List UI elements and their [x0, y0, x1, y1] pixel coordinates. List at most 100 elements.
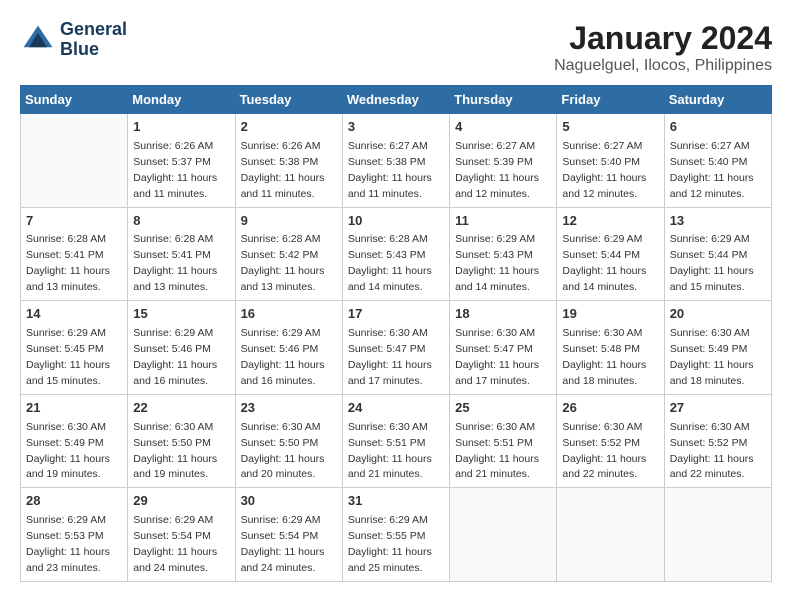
title-block: January 2024 Naguelguel, Ilocos, Philipp… [554, 20, 772, 75]
day-number: 19 [562, 305, 658, 324]
sunset-info: Sunset: 5:47 PM [348, 343, 426, 355]
daylight-info: Daylight: 11 hours and 20 minutes. [241, 453, 325, 481]
day-number: 2 [241, 118, 337, 137]
sunrise-info: Sunrise: 6:29 AM [455, 233, 535, 245]
day-number: 10 [348, 212, 444, 231]
sunrise-info: Sunrise: 6:30 AM [562, 421, 642, 433]
sunset-info: Sunset: 5:49 PM [26, 437, 104, 449]
calendar-cell: 25 Sunrise: 6:30 AM Sunset: 5:51 PM Dayligh… [450, 394, 557, 488]
daylight-info: Daylight: 11 hours and 14 minutes. [348, 265, 432, 293]
page-title: January 2024 [554, 20, 772, 57]
sunset-info: Sunset: 5:39 PM [455, 156, 533, 168]
daylight-info: Daylight: 11 hours and 24 minutes. [133, 546, 217, 574]
sunset-info: Sunset: 5:43 PM [455, 249, 533, 261]
sunrise-info: Sunrise: 6:29 AM [133, 327, 213, 339]
sunset-info: Sunset: 5:49 PM [670, 343, 748, 355]
day-number: 11 [455, 212, 551, 231]
calendar-cell [664, 488, 771, 582]
sunset-info: Sunset: 5:46 PM [133, 343, 211, 355]
sunset-info: Sunset: 5:50 PM [133, 437, 211, 449]
sunset-info: Sunset: 5:47 PM [455, 343, 533, 355]
daylight-info: Daylight: 11 hours and 11 minutes. [348, 172, 432, 200]
header-cell-friday: Friday [557, 86, 664, 114]
sunrise-info: Sunrise: 6:28 AM [26, 233, 106, 245]
daylight-info: Daylight: 11 hours and 12 minutes. [562, 172, 646, 200]
calendar-week-3: 14Sunrise: 6:29 AMSunset: 5:45 PMDayligh… [21, 301, 772, 395]
calendar-cell: 30Sunrise: 6:29 AMSunset: 5:54 PMDayligh… [235, 488, 342, 582]
calendar-cell: 7Sunrise: 6:28 AMSunset: 5:41 PMDaylight… [21, 207, 128, 301]
logo-icon [20, 22, 56, 58]
calendar-cell: 6Sunrise: 6:27 AMSunset: 5:40 PMDaylight… [664, 114, 771, 208]
daylight-info: Daylight: 11 hours and 23 minutes. [26, 546, 110, 574]
day-number: 28 [26, 492, 122, 511]
sunset-info: Sunset: 5:40 PM [670, 156, 748, 168]
sunset-info: Sunset: 5:38 PM [348, 156, 426, 168]
sunrise-info: Sunrise: 6:30 AM [455, 421, 535, 433]
day-number: 8 [133, 212, 229, 231]
calendar-cell: 3Sunrise: 6:27 AMSunset: 5:38 PMDaylight… [342, 114, 449, 208]
sunrise-info: Sunrise: 6:30 AM [133, 421, 213, 433]
daylight-info: Daylight: 11 hours and 19 minutes. [133, 453, 217, 481]
calendar-cell: 17Sunrise: 6:30 AMSunset: 5:47 PMDayligh… [342, 301, 449, 395]
daylight-info: Daylight: 11 hours and 13 minutes. [241, 265, 325, 293]
sunset-info: Sunset: 5:44 PM [562, 249, 640, 261]
daylight-info: Daylight: 11 hours and 21 minutes. [455, 453, 539, 481]
sunrise-info: Sunrise: 6:29 AM [133, 514, 213, 526]
sunset-info: Sunset: 5:51 PM [455, 437, 533, 449]
sunrise-info: Sunrise: 6:30 AM [670, 421, 750, 433]
sunrise-info: Sunrise: 6:29 AM [241, 514, 321, 526]
calendar-cell: 29Sunrise: 6:29 AMSunset: 5:54 PMDayligh… [128, 488, 235, 582]
calendar-cell: 11Sunrise: 6:29 AMSunset: 5:43 PMDayligh… [450, 207, 557, 301]
header-cell-wednesday: Wednesday [342, 86, 449, 114]
day-number: 29 [133, 492, 229, 511]
sunrise-info: Sunrise: 6:30 AM [241, 421, 321, 433]
day-number: 25 [455, 399, 551, 418]
calendar-week-5: 28 Sunrise: 6:29 AM Sunset: 5:53 PM Dayligh… [21, 488, 772, 582]
sunrise-info: Sunrise: 6:30 AM [562, 327, 642, 339]
sunset-info: Sunset: 5:41 PM [133, 249, 211, 261]
sunset-info: Sunset: 5:53 PM [26, 530, 104, 542]
calendar-table: SundayMondayTuesdayWednesdayThursdayFrid… [20, 85, 772, 582]
daylight-info: Daylight: 11 hours and 16 minutes. [133, 359, 217, 387]
day-number: 3 [348, 118, 444, 137]
day-number: 23 [241, 399, 337, 418]
sunrise-info: Sunrise: 6:29 AM [348, 514, 428, 526]
daylight-info: Daylight: 11 hours and 19 minutes. [26, 453, 110, 481]
daylight-info: Daylight: 11 hours and 14 minutes. [562, 265, 646, 293]
daylight-info: Daylight: 11 hours and 11 minutes. [241, 172, 325, 200]
sunset-info: Sunset: 5:40 PM [562, 156, 640, 168]
day-number: 17 [348, 305, 444, 324]
calendar-cell: 31Sunrise: 6:29 AMSunset: 5:55 PMDayligh… [342, 488, 449, 582]
header-cell-tuesday: Tuesday [235, 86, 342, 114]
sunrise-info: Sunrise: 6:30 AM [455, 327, 535, 339]
logo-text: General Blue [60, 20, 127, 60]
day-number: 20 [670, 305, 766, 324]
day-number: 30 [241, 492, 337, 511]
sunrise-info: Sunrise: 6:29 AM [26, 327, 106, 339]
calendar-cell: 23Sunrise: 6:30 AMSunset: 5:50 PMDayligh… [235, 394, 342, 488]
day-number: 27 [670, 399, 766, 418]
sunrise-info: Sunrise: 6:26 AM [133, 140, 213, 152]
calendar-cell: 21Sunrise: 6:30 AMSunset: 5:49 PMDayligh… [21, 394, 128, 488]
page-header: General Blue January 2024 Naguelguel, Il… [20, 20, 772, 75]
sunrise-info: Sunrise: 6:29 AM [26, 514, 106, 526]
daylight-info: Daylight: 11 hours and 13 minutes. [133, 265, 217, 293]
header-cell-monday: Monday [128, 86, 235, 114]
daylight-info: Daylight: 11 hours and 16 minutes. [241, 359, 325, 387]
day-number: 26 [562, 399, 658, 418]
sunrise-info: Sunrise: 6:28 AM [348, 233, 428, 245]
daylight-info: Daylight: 11 hours and 18 minutes. [670, 359, 754, 387]
sunset-info: Sunset: 5:43 PM [348, 249, 426, 261]
calendar-cell: 8 Sunrise: 6:28 AM Sunset: 5:41 PM Daylight… [128, 207, 235, 301]
calendar-cell: 1Sunrise: 6:26 AMSunset: 5:37 PMDaylight… [128, 114, 235, 208]
sunset-info: Sunset: 5:42 PM [241, 249, 319, 261]
sunrise-info: Sunrise: 6:30 AM [348, 327, 428, 339]
sunrise-info: Sunrise: 6:28 AM [133, 233, 213, 245]
day-number: 12 [562, 212, 658, 231]
calendar-cell: 18Sunrise: 6:30 AMSunset: 5:47 PMDayligh… [450, 301, 557, 395]
daylight-info: Daylight: 11 hours and 24 minutes. [241, 546, 325, 574]
calendar-cell [557, 488, 664, 582]
calendar-cell: 19Sunrise: 6:30 AMSunset: 5:48 PMDayligh… [557, 301, 664, 395]
day-number: 16 [241, 305, 337, 324]
sunset-info: Sunset: 5:52 PM [670, 437, 748, 449]
